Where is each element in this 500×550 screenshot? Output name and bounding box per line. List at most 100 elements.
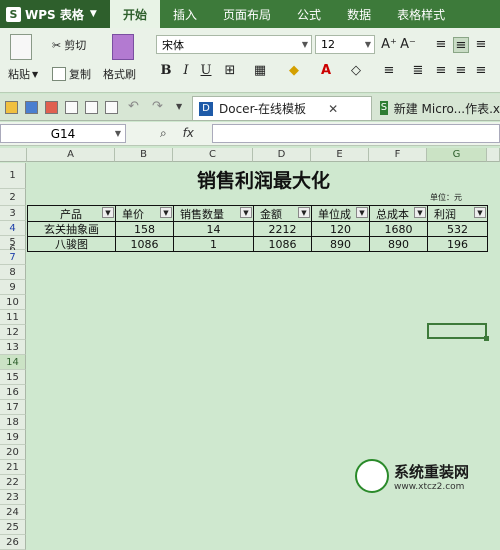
increase-font-icon[interactable]: A⁺ — [381, 37, 397, 53]
row-header-1[interactable]: 1 — [0, 163, 26, 189]
row-header-26[interactable]: 26 — [0, 535, 26, 550]
clear-format-icon[interactable]: ◇ — [348, 63, 364, 79]
print-icon[interactable] — [65, 101, 78, 114]
column-header-c[interactable]: C — [173, 148, 253, 162]
doc-tab-docer[interactable]: D Docer-在线模板 ✕ — [192, 96, 372, 120]
font-family-select[interactable]: 宋体 ▼ — [156, 35, 312, 54]
row-header-11[interactable]: 11 — [0, 310, 26, 325]
filter-dropdown-icon[interactable]: ▼ — [298, 207, 310, 218]
decrease-font-icon[interactable]: A⁻ — [400, 37, 416, 53]
table-cell[interactable]: 2212 — [253, 221, 312, 237]
table-cell[interactable]: 120 — [311, 221, 370, 237]
font-size-select[interactable]: 12 ▼ — [315, 35, 375, 54]
app-menu-button[interactable]: S WPS 表格 ▼ — [0, 0, 110, 28]
table-cell[interactable]: 14 — [173, 221, 254, 237]
worksheet-grid[interactable]: 销售利润最大化 单位：元 产品 ▼ 单价 ▼ 销售数量 ▼ 金额 ▼ 单位成 ▼ 总成本 ▼ 利润 ▼ 玄关… — [27, 163, 500, 499]
align-middle-icon[interactable]: ≡ — [453, 37, 469, 53]
close-icon[interactable]: ✕ — [328, 102, 338, 116]
doc-tab-workbook[interactable]: S 新建 Micro...作表.x — [374, 96, 500, 120]
header-cell[interactable]: 总成本 ▼ — [369, 205, 428, 222]
filter-dropdown-icon[interactable]: ▼ — [160, 207, 172, 218]
table-cell[interactable]: 1680 — [369, 221, 428, 237]
column-header-next[interactable] — [487, 148, 500, 162]
name-box[interactable]: G14 ▼ — [0, 124, 126, 143]
tab-table-style[interactable]: 表格样式 — [384, 0, 458, 28]
table-cell[interactable]: 890 — [311, 236, 370, 252]
format-painter-icon[interactable] — [112, 34, 134, 60]
underline-button[interactable]: U — [198, 63, 214, 79]
table-cell[interactable]: 1086 — [253, 236, 312, 252]
filter-dropdown-icon[interactable]: ▼ — [414, 207, 426, 218]
redo-icon[interactable]: ↷ — [152, 99, 163, 114]
tab-page-layout[interactable]: 页面布局 — [210, 0, 284, 28]
borders-icon[interactable]: ⊞ — [222, 63, 238, 79]
row-header-12[interactable]: 12 — [0, 325, 26, 340]
cell-style-icon[interactable]: ▦ — [252, 63, 268, 79]
column-header-e[interactable]: E — [311, 148, 369, 162]
row-header-18[interactable]: 18 — [0, 415, 26, 430]
table-cell[interactable]: 1 — [173, 236, 254, 252]
align-center-icon[interactable]: ≡ — [453, 63, 469, 79]
row-header-21[interactable]: 21 — [0, 460, 26, 475]
zoom-icon[interactable]: ⌕ — [160, 126, 167, 140]
row-header-8[interactable]: 8 — [0, 265, 26, 280]
cut-button[interactable]: ✂ 剪切 — [52, 37, 86, 53]
align-bottom-icon[interactable]: ≡ — [473, 37, 489, 53]
row-header-15[interactable]: 15 — [0, 370, 26, 385]
row-header-7[interactable]: 7 — [0, 250, 26, 265]
column-header-d[interactable]: D — [253, 148, 311, 162]
align-left-icon[interactable]: ≡ — [433, 63, 449, 79]
fill-color-icon[interactable]: ◆ — [286, 63, 302, 79]
row-header-22[interactable]: 22 — [0, 475, 26, 490]
tab-insert[interactable]: 插入 — [160, 0, 210, 28]
align-right-icon[interactable]: ≡ — [473, 63, 489, 79]
header-cell[interactable]: 销售数量 ▼ — [173, 205, 254, 222]
page-setup-icon[interactable] — [105, 101, 118, 114]
selected-cell-g14[interactable] — [427, 323, 489, 341]
header-cell[interactable]: 单位成 ▼ — [311, 205, 370, 222]
column-header-a[interactable]: A — [27, 148, 115, 162]
bold-button[interactable]: B — [158, 63, 174, 79]
row-header-17[interactable]: 17 — [0, 400, 26, 415]
header-cell[interactable]: 利润 ▼ — [427, 205, 488, 222]
row-header-20[interactable]: 20 — [0, 445, 26, 460]
table-cell[interactable]: 158 — [115, 221, 174, 237]
row-header-3[interactable]: 3 — [0, 206, 26, 221]
row-header-4[interactable]: 4 — [0, 221, 26, 236]
column-header-b[interactable]: B — [115, 148, 173, 162]
format-painter-button[interactable]: 格式刷 — [103, 66, 136, 82]
print-preview-icon[interactable] — [85, 101, 98, 114]
table-cell[interactable]: 890 — [369, 236, 428, 252]
row-header-24[interactable]: 24 — [0, 505, 26, 520]
row-header-16[interactable]: 16 — [0, 385, 26, 400]
filter-dropdown-icon[interactable]: ▼ — [102, 207, 114, 218]
header-cell[interactable]: 单价 ▼ — [115, 205, 174, 222]
column-header-f[interactable]: F — [369, 148, 427, 162]
filter-dropdown-icon[interactable]: ▼ — [240, 207, 252, 218]
align-top-icon[interactable]: ≡ — [433, 37, 449, 53]
row-header-14[interactable]: 14 — [0, 355, 26, 370]
filter-dropdown-icon[interactable]: ▼ — [474, 207, 486, 218]
quick-access-dropdown-icon[interactable]: ▼ — [176, 102, 182, 111]
paste-icon[interactable] — [10, 34, 32, 60]
formula-input[interactable] — [212, 124, 500, 143]
header-cell[interactable]: 金额 ▼ — [253, 205, 312, 222]
row-header-9[interactable]: 9 — [0, 280, 26, 295]
table-cell[interactable]: 532 — [427, 221, 488, 237]
function-icon[interactable]: fx — [183, 126, 194, 140]
column-header-g[interactable]: G — [427, 148, 487, 162]
select-all-corner[interactable] — [0, 148, 27, 162]
undo-icon[interactable]: ↶ — [128, 99, 139, 114]
tab-data[interactable]: 数据 — [334, 0, 384, 28]
header-cell[interactable]: 产品 ▼ — [27, 205, 116, 222]
table-cell[interactable]: 八骏图 — [27, 236, 116, 252]
table-cell[interactable]: 1086 — [115, 236, 174, 252]
filter-dropdown-icon[interactable]: ▼ — [356, 207, 368, 218]
fill-handle[interactable] — [484, 336, 489, 341]
row-header-10[interactable]: 10 — [0, 295, 26, 310]
save-icon[interactable] — [25, 101, 38, 114]
row-header-25[interactable]: 25 — [0, 520, 26, 535]
italic-button[interactable]: I — [178, 63, 194, 79]
font-color-icon[interactable]: A — [318, 63, 334, 79]
copy-button[interactable]: 复制 — [52, 66, 91, 82]
